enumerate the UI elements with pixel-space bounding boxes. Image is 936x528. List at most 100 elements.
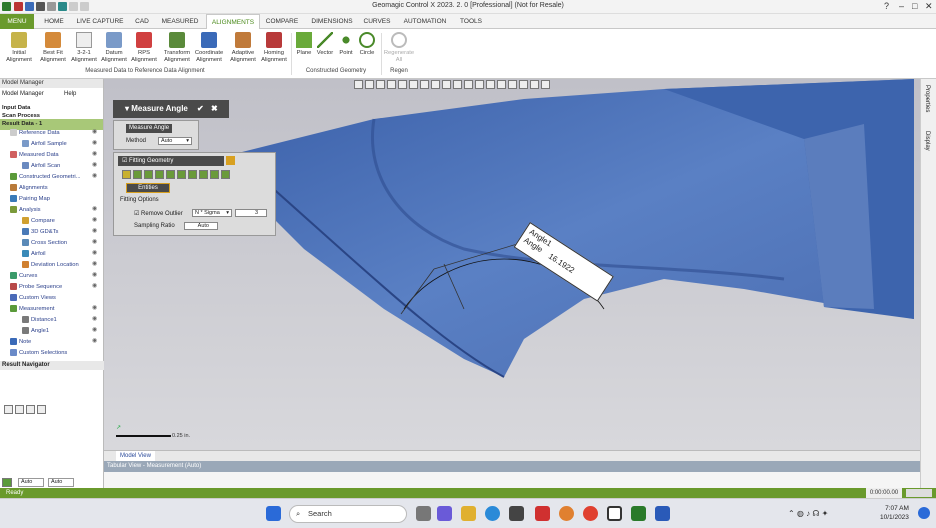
rps-alignment-button[interactable]: RPS Alignment <box>128 32 160 63</box>
tree-item-custom-views[interactable]: Custom Views <box>10 293 56 304</box>
fit-cone-icon[interactable] <box>155 170 164 179</box>
visibility-eye-icon[interactable]: ◉ <box>92 271 97 278</box>
view-fit-icon[interactable] <box>354 80 363 89</box>
tree-item-airfoil-sample[interactable]: Airfoil Sample <box>22 139 67 150</box>
fit-slot-icon[interactable] <box>221 170 230 179</box>
sampling-ratio-stepper[interactable]: Auto <box>184 222 218 230</box>
view-cube-icon[interactable] <box>365 80 374 89</box>
app-orange-icon[interactable] <box>559 506 574 521</box>
fit-line-icon[interactable] <box>188 170 197 179</box>
select-extend-icon[interactable] <box>508 80 517 89</box>
view-top-icon[interactable] <box>420 80 429 89</box>
tree-item-curves[interactable]: Curves <box>10 271 37 282</box>
fitting-search-icon[interactable] <box>226 156 235 165</box>
tabular-view-header[interactable]: Tabular View - Measurement (Auto) <box>104 461 920 472</box>
visibility-eye-icon[interactable]: ◉ <box>92 326 97 333</box>
tree-item-analysis[interactable]: Analysis <box>10 205 41 216</box>
taskbar-clock[interactable]: 7:07 AM 10/1/2023 <box>880 504 909 522</box>
select-lasso-icon[interactable] <box>486 80 495 89</box>
file-explorer-icon[interactable] <box>461 506 476 521</box>
nav-first-icon[interactable] <box>4 405 13 414</box>
entities-field[interactable]: Entities <box>126 183 170 193</box>
cancel-x-icon[interactable]: ✖ <box>211 100 218 118</box>
tray-icons[interactable]: ⌃ ◍ ♪ ☊ ✦ <box>788 509 828 518</box>
chat-icon[interactable] <box>437 506 452 521</box>
fit-point-icon[interactable] <box>210 170 219 179</box>
select-all-icon[interactable] <box>519 80 528 89</box>
select-circle-icon[interactable] <box>464 80 473 89</box>
select-polygon-icon[interactable] <box>475 80 484 89</box>
nav-next-icon[interactable] <box>26 405 35 414</box>
homing-alignment-button[interactable]: Homing Alignment <box>258 32 290 63</box>
edge-icon[interactable] <box>485 506 500 521</box>
tree-item-probe-sequence[interactable]: Probe Sequence <box>10 282 62 293</box>
321-alignment-button[interactable]: 3-2-1 Alignment <box>68 32 100 63</box>
store-icon[interactable] <box>509 506 524 521</box>
view-left-icon[interactable] <box>398 80 407 89</box>
outlier-value-stepper[interactable]: 3 <box>235 209 267 217</box>
visibility-eye-icon[interactable]: ◉ <box>92 227 97 234</box>
app-red-icon[interactable] <box>535 506 550 521</box>
view-front-icon[interactable] <box>376 80 385 89</box>
dialog-collapse-icon[interactable]: ▾ <box>125 104 129 113</box>
tab-display[interactable]: Display <box>924 131 930 151</box>
close-icon[interactable]: ✕ <box>925 1 933 12</box>
coordinate-alignment-button[interactable]: Coordinate Alignment <box>192 32 226 63</box>
tree-item-airfoil[interactable]: Airfoil <box>22 249 46 260</box>
fit-plane-icon[interactable] <box>133 170 142 179</box>
control-x-taskbar-icon[interactable] <box>631 506 646 521</box>
taskbar-search[interactable]: ⌕ Search <box>289 505 407 523</box>
view-back-icon[interactable] <box>387 80 396 89</box>
vector-button[interactable]: Vector <box>314 32 336 57</box>
tab-model-manager[interactable]: Model Manager <box>2 89 44 99</box>
tree-item-measurement[interactable]: Measurement <box>10 304 54 315</box>
view-right-icon[interactable] <box>409 80 418 89</box>
outlier-mode-select[interactable]: N * Sigma ▾ <box>192 209 232 217</box>
selection-mode-select[interactable]: Auto <box>18 478 44 487</box>
tab-automation[interactable]: AUTOMATION <box>400 14 450 29</box>
fit-circle-icon[interactable] <box>199 170 208 179</box>
fit-auto-icon[interactable] <box>122 170 131 179</box>
visibility-eye-icon[interactable]: ◉ <box>92 216 97 223</box>
circle-button[interactable]: Circle <box>356 32 378 57</box>
tree-item-deviation-location[interactable]: Deviation Location <box>22 260 79 271</box>
visibility-eye-icon[interactable]: ◉ <box>92 161 97 168</box>
model-viewport[interactable]: ↗ 0.25 in. <box>104 79 920 450</box>
tab-curves[interactable]: CURVES <box>362 14 392 29</box>
tree-item-custom-selections[interactable]: Custom Selections <box>10 348 67 359</box>
snipping-tool-icon[interactable] <box>607 506 622 521</box>
visibility-eye-icon[interactable]: ◉ <box>92 304 97 311</box>
tree-item-cross-section[interactable]: Cross Section <box>22 238 67 249</box>
tree-item-note[interactable]: Note <box>10 337 31 348</box>
hide-icon[interactable] <box>541 80 550 89</box>
tree-item-constructed-geometry[interactable]: Constructed Geometri... <box>10 172 81 183</box>
datum-alignment-button[interactable]: Datum Alignment <box>98 32 130 63</box>
point-button[interactable]: Point <box>336 32 356 57</box>
tree-item-distance1[interactable]: Distance1 <box>22 315 57 326</box>
visibility-eye-icon[interactable]: ◉ <box>92 249 97 256</box>
ok-check-icon[interactable]: ✔ <box>197 100 204 118</box>
select-brush-icon[interactable] <box>497 80 506 89</box>
maximize-icon[interactable]: □ <box>912 1 917 11</box>
visibility-eye-icon[interactable]: ◉ <box>92 238 97 245</box>
select-mode-icon[interactable] <box>442 80 451 89</box>
tab-compare[interactable]: COMPARE <box>262 14 302 29</box>
tree-item-airfoil-scan[interactable]: Airfoil Scan <box>22 161 60 172</box>
tab-measured[interactable]: MEASURED <box>158 14 202 29</box>
windows-start-icon[interactable] <box>266 506 281 521</box>
tree-item-3d-gdts[interactable]: 3D GD&Ts <box>22 227 58 238</box>
tab-properties[interactable]: Properties <box>924 85 930 112</box>
tab-tools[interactable]: TOOLS <box>456 14 486 29</box>
method-select[interactable]: Auto ▾ <box>158 137 192 145</box>
view-bottom-icon[interactable] <box>431 80 440 89</box>
visibility-eye-icon[interactable]: ◉ <box>92 128 97 135</box>
render-icon[interactable] <box>530 80 539 89</box>
selection-filter-icon[interactable] <box>2 478 12 487</box>
airfoil-mesh[interactable] <box>104 79 920 450</box>
transform-alignment-button[interactable]: Transform Alignment <box>160 32 194 63</box>
initial-alignment-button[interactable]: Initial Alignment <box>2 32 36 63</box>
selection-target-select[interactable]: Auto <box>48 478 74 487</box>
visibility-eye-icon[interactable]: ◉ <box>92 139 97 146</box>
tree-item-reference-data[interactable]: Reference Data <box>10 128 60 139</box>
remove-outlier-checkbox[interactable]: ☑ Remove Outlier <box>134 210 183 217</box>
